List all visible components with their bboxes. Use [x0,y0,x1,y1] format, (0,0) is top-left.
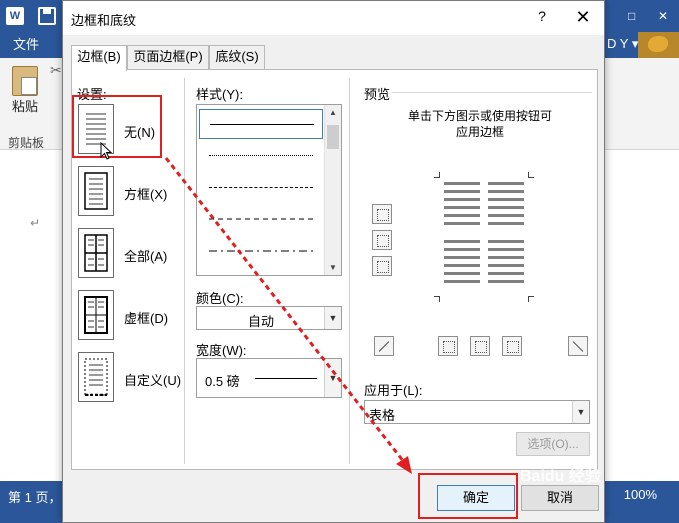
screen: W □ ✕ 文件 D Y ▾ ✂ 粘贴 剪贴板 ↵ 第 1 页， 100% 边框… [0,0,679,523]
watermark: Baidu 经验 [520,468,601,485]
mouse-cursor-icon [100,142,112,160]
annotation-arrow [164,157,412,474]
tab-borders[interactable]: 边框(B) [71,45,127,71]
